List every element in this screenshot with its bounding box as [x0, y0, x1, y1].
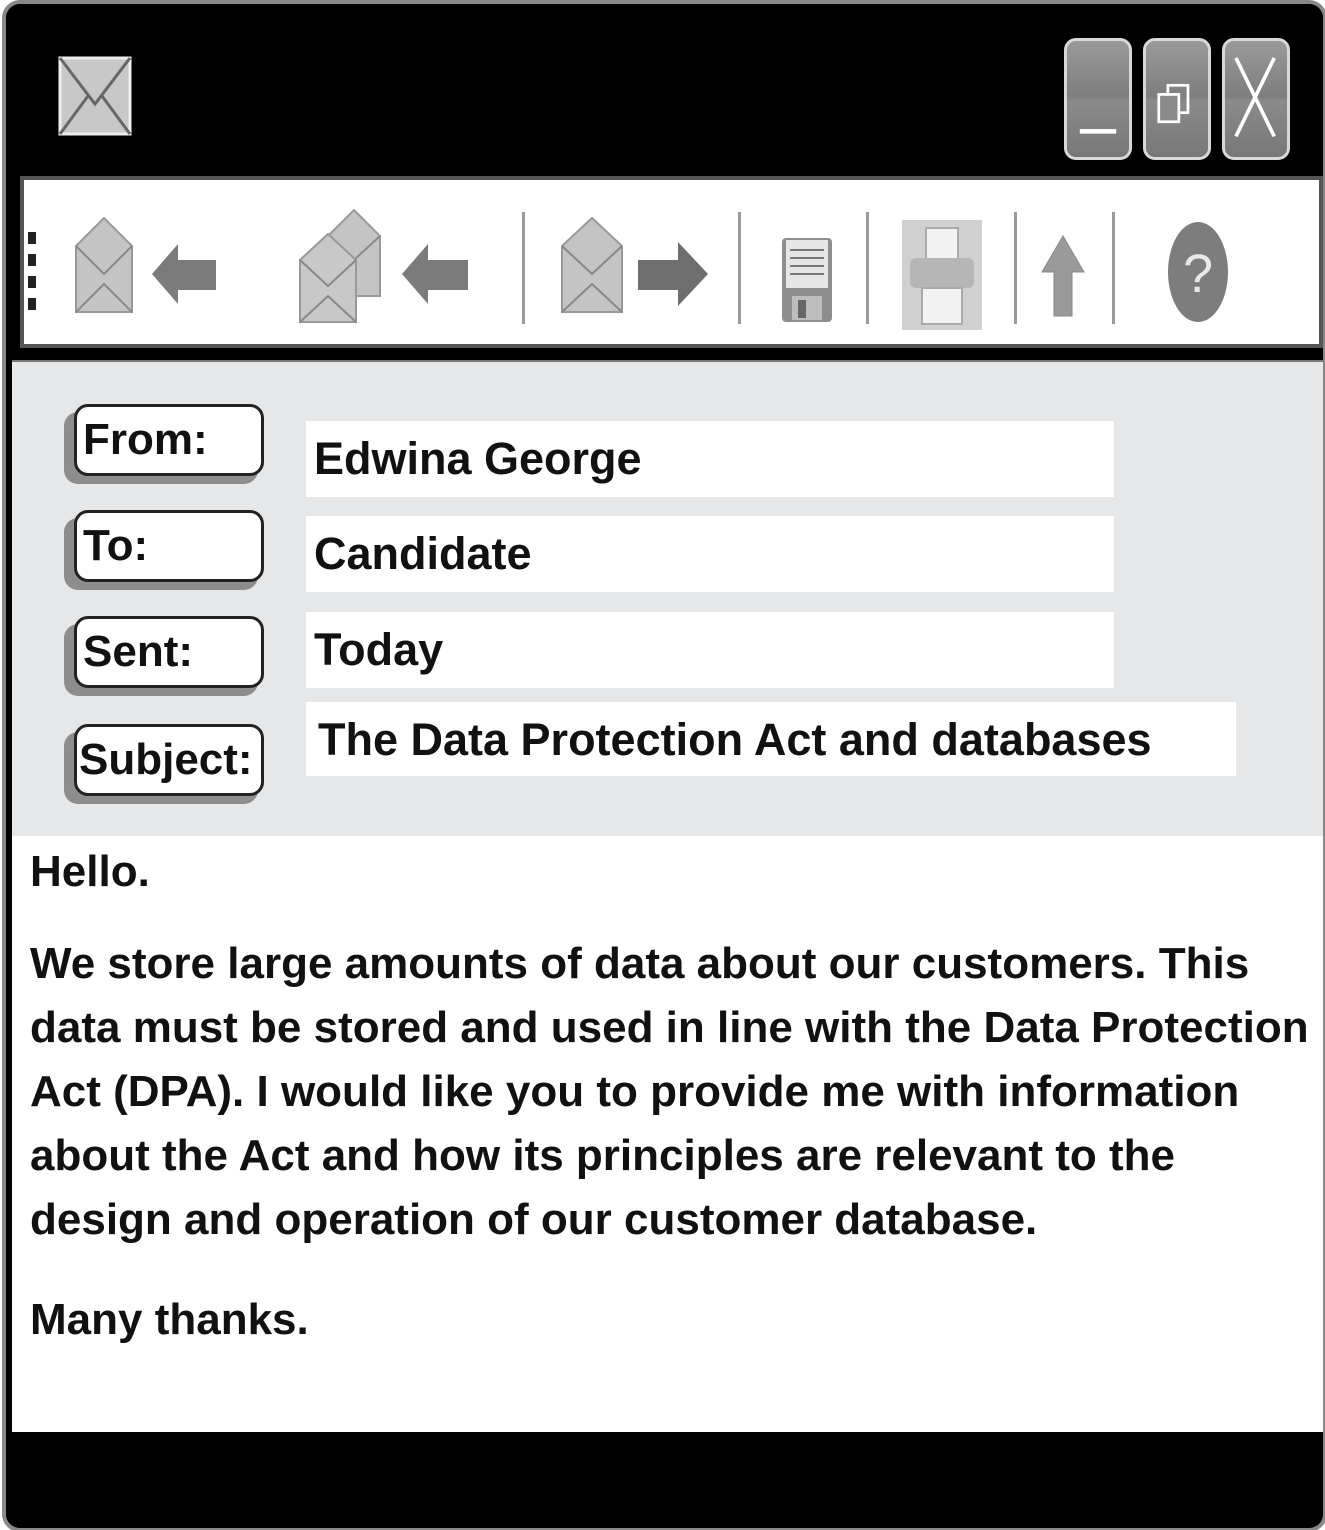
from-label-box: From: — [64, 404, 272, 484]
help-button[interactable]: ? — [1164, 200, 1232, 330]
message-body[interactable]: Hello. We store large amounts of data ab… — [12, 836, 1323, 1432]
message-paragraph: We store large amounts of data about our… — [30, 939, 1309, 1244]
toolbar-separator — [738, 212, 741, 324]
forward-icon — [561, 216, 708, 313]
from-field[interactable]: Edwina George — [306, 421, 1114, 497]
subject-label: Subject: — [74, 724, 264, 796]
message-header: From: Edwina George To: Candidate Sent: … — [12, 360, 1323, 838]
toolbar-separator — [522, 212, 525, 324]
message-signoff: Many thanks. — [30, 1295, 309, 1344]
toolbar-separator — [1112, 212, 1115, 324]
toolbar: ? — [20, 176, 1323, 348]
toolbar-separator — [866, 212, 869, 324]
reply-button[interactable] — [64, 200, 224, 330]
save-icon — [782, 238, 832, 322]
close-icon — [1234, 57, 1276, 138]
to-label: To: — [74, 510, 264, 582]
title-bar — [6, 4, 1323, 176]
svg-text:?: ? — [1183, 244, 1213, 304]
minimize-icon — [1079, 129, 1117, 134]
upload-icon — [1041, 235, 1085, 317]
reply-all-button[interactable] — [288, 200, 484, 330]
sent-label-box: Sent: — [64, 616, 272, 696]
status-bar — [6, 1432, 1323, 1528]
print-icon — [902, 220, 982, 330]
from-label: From: — [74, 404, 264, 476]
forward-button[interactable] — [552, 200, 712, 330]
sent-field[interactable]: Today — [306, 612, 1114, 688]
help-icon: ? — [1168, 222, 1228, 322]
restore-icon — [1157, 83, 1190, 124]
minimize-button[interactable] — [1064, 38, 1132, 160]
upload-button[interactable] — [1036, 200, 1090, 330]
close-button[interactable] — [1222, 38, 1290, 160]
message-greeting: Hello. — [30, 847, 150, 896]
subject-label-box: Subject: — [64, 724, 272, 804]
subject-field[interactable]: The Data Protection Act and databases — [306, 702, 1236, 776]
reply-all-icon — [299, 208, 468, 323]
to-label-box: To: — [64, 510, 272, 590]
toolbar-grip[interactable] — [28, 232, 36, 310]
save-button[interactable] — [772, 200, 842, 330]
to-field[interactable]: Candidate — [306, 516, 1114, 592]
restore-button[interactable] — [1143, 38, 1211, 160]
sent-label: Sent: — [74, 616, 264, 688]
toolbar-separator — [1014, 212, 1017, 324]
reply-icon — [75, 216, 216, 313]
print-button[interactable] — [900, 202, 984, 332]
email-window: ? From: Edwina George To: Candidate Sent… — [6, 4, 1323, 1528]
envelope-icon — [58, 56, 132, 136]
